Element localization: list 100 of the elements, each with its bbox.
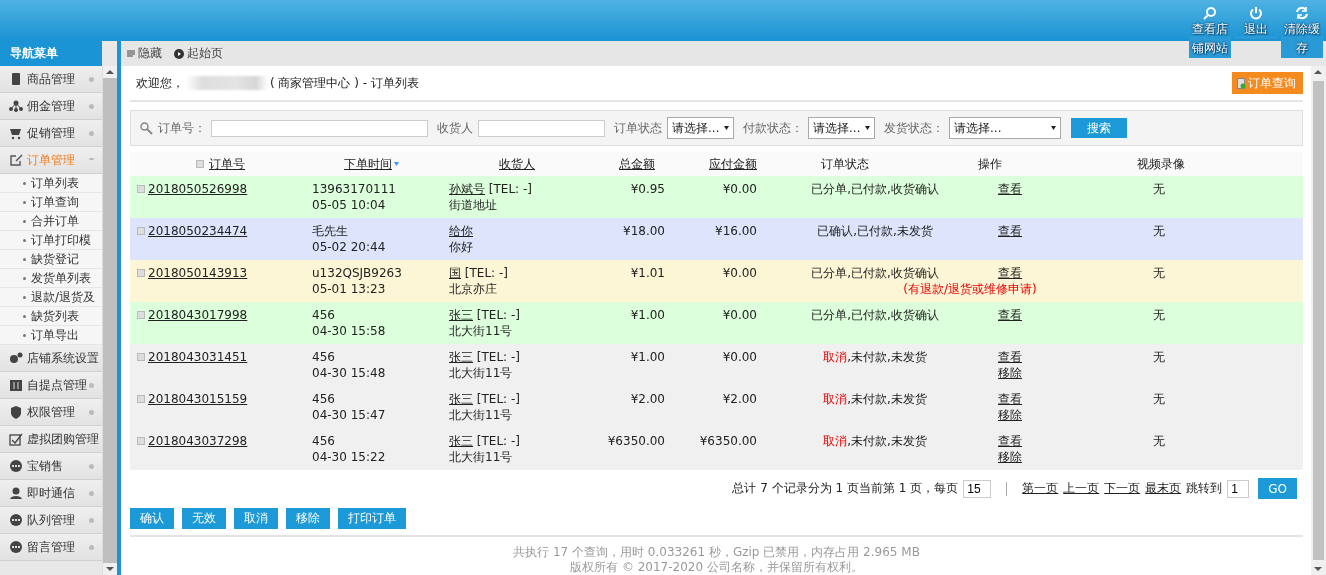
column-header[interactable]: 下单时间 <box>344 155 399 173</box>
checkbox[interactable] <box>137 311 145 319</box>
sidebar-subitem[interactable]: 订单列表 <box>0 174 102 193</box>
page-link[interactable]: 上一页 <box>1063 480 1100 497</box>
scroll-down-icon[interactable] <box>103 563 117 575</box>
sidebar-subitem[interactable]: 订单导出 <box>0 326 102 345</box>
column-header[interactable]: 视频录像 <box>1137 155 1185 173</box>
order-link[interactable]: 2018043031451 <box>148 349 248 365</box>
consignee-link[interactable]: 孙斌号 <box>449 182 485 196</box>
buyer-text: 456 <box>312 307 335 323</box>
action-link[interactable]: 移除 <box>998 449 1022 465</box>
address-text: 北大街11号 <box>449 407 513 423</box>
checkbox[interactable] <box>137 437 145 445</box>
sidebar-item[interactable]: 即时通信 <box>0 480 102 507</box>
sidebar-item[interactable]: 虚拟团购管理 <box>0 426 102 453</box>
column-header[interactable]: 应付金额 <box>709 155 757 173</box>
sidebar-item[interactable]: 佣金管理 <box>0 93 102 120</box>
sidebar-subitem[interactable]: 发货单列表 <box>0 269 102 288</box>
sidebar-item[interactable]: 权限管理 <box>0 399 102 426</box>
play-icon <box>174 48 184 59</box>
page-link[interactable]: 下一页 <box>1104 480 1141 497</box>
order-link[interactable]: 2018050526998 <box>148 181 248 197</box>
sidebar-item[interactable]: 自提点管理 <box>0 372 102 399</box>
sidebar-item[interactable]: 宝销售 <box>0 453 102 480</box>
sidebar-subitem[interactable]: 缺货列表 <box>0 307 102 326</box>
sort-icon <box>394 162 399 166</box>
payable-amount: ¥2.00 <box>722 391 757 407</box>
sidebar-subitem[interactable]: 缺货登记 <box>0 250 102 269</box>
checkbox[interactable] <box>137 227 145 235</box>
scrollbar[interactable] <box>1311 66 1326 575</box>
checkbox[interactable] <box>137 353 145 361</box>
sidebar-subitem[interactable]: 退款/退货及 <box>0 288 102 307</box>
action-link[interactable]: 查看 <box>998 307 1022 323</box>
consignee-link[interactable]: 给你 <box>449 224 473 238</box>
order-link[interactable]: 2018043017998 <box>148 307 248 323</box>
action-link[interactable]: 查看 <box>998 181 1022 197</box>
page-link[interactable]: 最末页 <box>1145 480 1182 497</box>
sidebar-item[interactable]: 促销管理 <box>0 120 102 147</box>
consignee-link[interactable]: 国 <box>449 266 461 280</box>
order-status: 已分单,已付款,收货确认 <box>811 265 939 281</box>
column-header[interactable]: 操作 <box>978 155 1002 173</box>
page-number-field[interactable]: 1 <box>1227 479 1250 498</box>
page-link[interactable]: 第一页 <box>1022 480 1059 497</box>
search-icon <box>139 121 153 136</box>
column-header[interactable]: 收货人 <box>499 155 535 173</box>
refresh-icon <box>1295 6 1309 20</box>
shield-icon <box>9 405 23 419</box>
sidebar-item[interactable]: 留言管理 <box>0 534 102 561</box>
sidebar-subitem[interactable]: 订单查询 <box>0 193 102 212</box>
consignee-link[interactable]: 张三 <box>449 308 473 322</box>
action-link[interactable]: 查看 <box>998 433 1022 449</box>
input-field[interactable] <box>478 119 605 137</box>
home-button[interactable]: 起始页 <box>174 45 223 62</box>
per-page-field[interactable]: 15 <box>963 479 992 498</box>
order-link[interactable]: 2018050143913 <box>148 265 248 281</box>
hide-button[interactable]: 隐藏 <box>127 45 162 62</box>
video-text: 无 <box>1153 349 1165 365</box>
checkbox[interactable] <box>137 395 145 403</box>
order-link[interactable]: 2018050234474 <box>148 223 248 239</box>
select-field[interactable]: 请选择... <box>808 117 875 140</box>
input-field[interactable] <box>211 119 428 137</box>
select-field[interactable]: 请选择... <box>667 117 734 140</box>
order-link[interactable]: 2018043037298 <box>148 433 248 449</box>
sidebar-subitem[interactable]: 合并订单 <box>0 212 102 231</box>
action-link[interactable]: 查看 <box>998 349 1022 365</box>
video-text: 无 <box>1153 265 1165 281</box>
order-time: 04-30 15:48 <box>312 365 386 381</box>
columns-icon <box>127 49 135 58</box>
checkbox[interactable] <box>196 160 204 168</box>
order-link[interactable]: 2018043015159 <box>148 391 248 407</box>
order-time: 05-02 20:44 <box>312 239 386 255</box>
consignee-link[interactable]: 张三 <box>449 392 473 406</box>
order-time: 05-05 10:04 <box>312 197 386 213</box>
payable-amount: ¥0.00 <box>722 307 757 323</box>
field-label: 订单号： <box>158 119 206 137</box>
scroll-up-icon[interactable] <box>103 66 117 78</box>
select-field[interactable]: 请选择... <box>949 117 1061 140</box>
total-amount: ¥0.95 <box>630 181 665 197</box>
field-label: 订单状态 <box>614 119 662 137</box>
checkbox[interactable] <box>137 185 145 193</box>
action-link[interactable]: 查看 <box>998 223 1022 239</box>
checkbox[interactable] <box>137 269 145 277</box>
action-link[interactable]: 移除 <box>998 407 1022 423</box>
action-link[interactable]: 查看 <box>998 265 1022 281</box>
consignee-link[interactable]: 张三 <box>449 350 473 364</box>
total-amount: ¥1.00 <box>630 307 665 323</box>
order-status: 取消,未付款,未发货 <box>823 391 927 407</box>
scrollbar[interactable] <box>102 66 117 575</box>
sidebar-item[interactable]: 商品管理 <box>0 66 102 93</box>
action-link[interactable]: 移除 <box>998 365 1022 381</box>
column-header[interactable]: 订单状态 <box>821 155 869 173</box>
sidebar-item[interactable]: 队列管理 <box>0 507 102 534</box>
column-header[interactable]: 总金额 <box>619 155 655 173</box>
payable-amount: ¥6350.00 <box>699 433 757 449</box>
column-header[interactable]: 订单号 <box>196 155 245 173</box>
consignee-link[interactable]: 张三 <box>449 434 473 448</box>
sidebar-title: 导航菜单 <box>0 41 102 66</box>
action-link[interactable]: 查看 <box>998 391 1022 407</box>
buyer-text: 毛先生 <box>312 223 348 239</box>
sidebar-subitem[interactable]: 订单打印模 <box>0 231 102 250</box>
